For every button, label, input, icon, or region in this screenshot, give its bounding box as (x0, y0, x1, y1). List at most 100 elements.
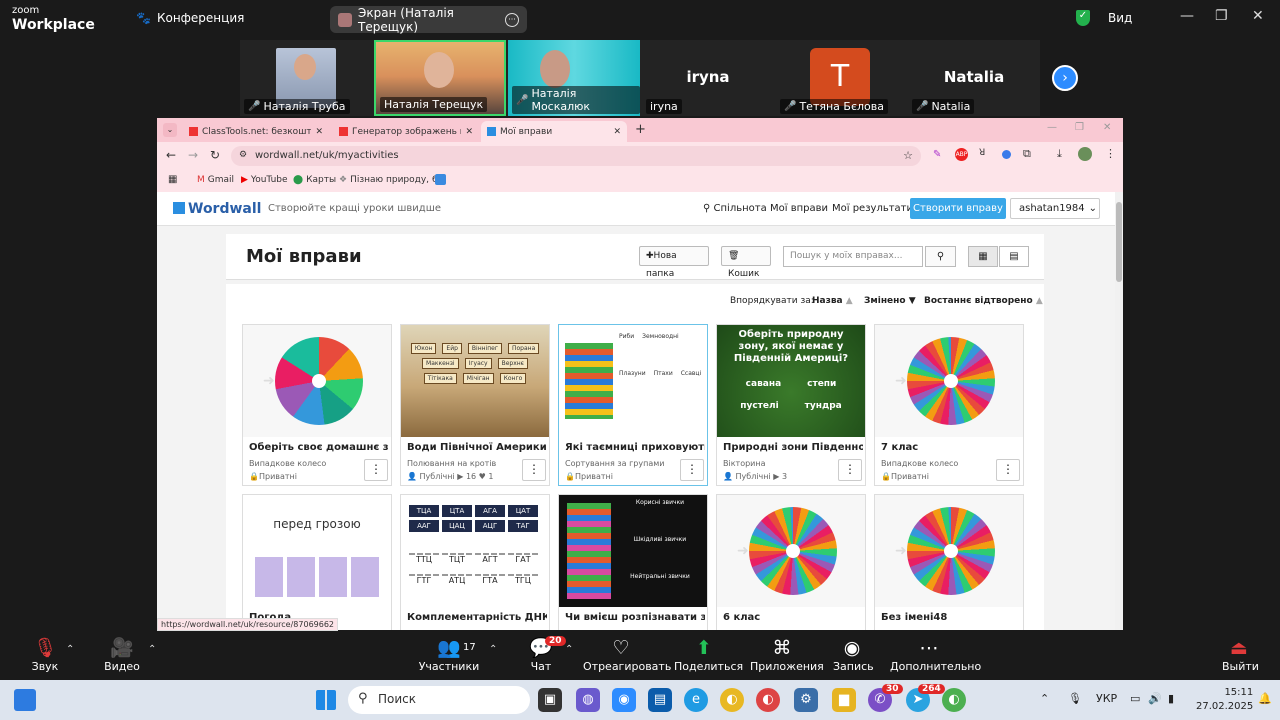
card-menu-button[interactable]: ⋮ (522, 459, 546, 481)
restore-icon[interactable]: ❐ (1215, 8, 1228, 24)
card-title[interactable]: 7 клас (881, 442, 1021, 453)
tab-search-icon[interactable]: ⌄ (163, 123, 177, 137)
url-input[interactable]: ⚙ wordwall.net/uk/myactivities ☆ (231, 146, 921, 166)
participant-tile-active[interactable]: Наталія Терещук (374, 40, 506, 116)
teams-icon[interactable]: ◍ (576, 688, 600, 712)
create-activity-button[interactable]: Створити вправу (910, 198, 1006, 219)
nav-my-activities[interactable]: Мої вправи (770, 203, 828, 214)
activity-card[interactable]: Юкон Ейр Вінніпег Порана Маккензі Ігуасу… (400, 324, 550, 486)
activity-card[interactable]: Риби Земноводні Плазуни Птахи Ссавці Які… (558, 324, 708, 486)
new-tab-icon[interactable]: + (635, 122, 646, 137)
sort-opened[interactable]: Востаннє відтворено ▲ (924, 296, 1043, 306)
user-menu[interactable]: ashatan1984 ⌄ (1010, 198, 1100, 219)
audio-button[interactable]: 🎙 Звук (30, 636, 60, 673)
share-button[interactable]: ⬆ Поделиться (674, 636, 743, 673)
site-info-icon[interactable]: ⚙ (239, 150, 247, 160)
participant-tile[interactable]: T 🎤 Тетяна Бєлова (776, 40, 908, 116)
more-options-icon[interactable]: ··· (505, 12, 519, 27)
react-button[interactable]: ♡ Отреагировать (583, 636, 671, 673)
new-folder-button[interactable]: ✚Нова папка (639, 246, 709, 279)
bookmark-gmail[interactable]: M Gmail (197, 175, 234, 185)
tab-classtools[interactable]: ClassTools.net: безкоштовні ін ✕ (183, 121, 329, 142)
leave-button[interactable]: ⏏ Выйти (1222, 636, 1259, 673)
window-close-icon[interactable]: ✕ (1103, 122, 1111, 133)
grid-small-view-button[interactable]: ▤ (999, 246, 1029, 267)
wordwall-logo[interactable]: Wordwall (173, 201, 261, 217)
card-title[interactable]: Природні зони Південної Ам (723, 442, 863, 453)
activity-card[interactable]: ➜ Оберіть своє домашнє завда Випадкове к… (242, 324, 392, 486)
card-title[interactable]: 6 клас (723, 612, 863, 623)
volume-icon[interactable]: 🔊 (1148, 692, 1162, 705)
participant-tile[interactable]: Natalia 🎤 Natalia (908, 40, 1040, 116)
card-menu-button[interactable]: ⋮ (996, 459, 1020, 481)
blue-extension-icon[interactable] (1002, 150, 1011, 159)
activity-search-input[interactable]: Пошук у моїх вправах... (783, 246, 923, 267)
card-menu-button[interactable]: ⋮ (364, 459, 388, 481)
tab-close-icon[interactable]: ✕ (465, 127, 473, 137)
translate-extension-icon[interactable]: ꓤ (979, 148, 985, 158)
minimize-icon[interactable]: — (1180, 8, 1194, 24)
tray-chevron-icon[interactable]: ⌃ (1040, 692, 1049, 705)
search-button[interactable]: ⚲ (925, 246, 956, 267)
video-button[interactable]: 🎥 Видео (104, 636, 140, 673)
edge-icon[interactable]: e (684, 688, 708, 712)
page-scrollbar[interactable] (1115, 192, 1123, 630)
taskbar-clock[interactable]: 15:11 27.02.2025 (1196, 686, 1253, 714)
back-icon[interactable]: ← (166, 148, 176, 162)
card-menu-button[interactable]: ⋮ (838, 459, 862, 481)
reload-icon[interactable]: ↻ (210, 148, 220, 162)
bookmark-icon-only[interactable] (435, 174, 446, 185)
activity-card[interactable]: ➜ 6 клас (716, 494, 866, 630)
card-title[interactable]: Оберіть своє домашнє завда (249, 442, 389, 453)
audio-options-chevron-icon[interactable]: ⌃ (66, 644, 74, 655)
activity-card[interactable]: ➜ 7 клас Випадкове колесо 🔒Приватні ⋮ (874, 324, 1024, 486)
card-title[interactable]: Чи вмієш розпізнавати звич (565, 612, 705, 623)
display-tray-icon[interactable]: ▭ (1130, 692, 1140, 705)
task-view-icon[interactable]: ▣ (538, 688, 562, 712)
notifications-icon[interactable]: 🔔 (1258, 692, 1272, 705)
zoom-app-icon[interactable]: ◉ (612, 688, 636, 712)
pen-extension-icon[interactable]: ✎ (933, 149, 941, 160)
chat-chevron-icon[interactable]: ⌃ (565, 644, 573, 655)
nav-my-results[interactable]: Мої результати (832, 203, 913, 214)
chrome-green-icon[interactable]: ◐ (942, 688, 966, 712)
widgets-icon[interactable] (14, 689, 36, 711)
chrome-profile-icon[interactable]: ◐ (756, 688, 780, 712)
chrome-icon[interactable]: ◐ (720, 688, 744, 712)
video-options-chevron-icon[interactable]: ⌃ (148, 644, 156, 655)
file-explorer-icon[interactable]: ▆ (832, 688, 856, 712)
record-button[interactable]: ◉ Запись (833, 636, 874, 673)
screen-share-pill[interactable]: Экран (Наталія Терещук) ··· (330, 6, 527, 34)
window-restore-icon[interactable]: ❐ (1075, 122, 1084, 133)
forward-icon[interactable]: → (188, 148, 198, 162)
card-title[interactable]: Води Північної Америки (407, 442, 547, 453)
grid-view-button[interactable]: ▦ (968, 246, 998, 267)
activity-card[interactable]: ТЦА ЦТА АГА ЦАТ ААГ ЦАЦ АЦГ ТАГ ТТЦ ТЦТ … (400, 494, 550, 630)
activity-card[interactable]: ➜ Без імені48 (874, 494, 1024, 630)
keyboard-language[interactable]: УКР (1096, 692, 1117, 705)
window-minimize-icon[interactable]: — (1047, 122, 1057, 133)
sort-changed[interactable]: Змінено ▼ (864, 296, 916, 306)
tab-generator[interactable]: Генератор зображень профіл ✕ (333, 121, 479, 142)
store-icon[interactable]: ▤ (648, 688, 672, 712)
bookmark-maps[interactable]: ⬤ Карты (293, 175, 336, 185)
participant-tile[interactable]: 🎤 Наталія Труба (240, 40, 372, 116)
activity-card[interactable]: Оберіть природну зону, якої немає у Півд… (716, 324, 866, 486)
extensions-puzzle-icon[interactable]: ⧉ (1023, 147, 1031, 161)
card-title[interactable]: Які таємниці приховують хре (565, 442, 705, 453)
mic-tray-icon[interactable]: 🎙 (1068, 692, 1082, 705)
bookmark-youtube[interactable]: ▶ YouTube (241, 175, 288, 185)
tab-close-icon[interactable]: ✕ (315, 127, 323, 137)
participants-chevron-icon[interactable]: ⌃ (489, 644, 497, 655)
meeting-menu[interactable]: 🐾 Конференция (136, 11, 244, 25)
settings-app-icon[interactable]: ⚙ (794, 688, 818, 712)
trash-button[interactable]: 🗑Кошик (721, 246, 771, 279)
profile-avatar-icon[interactable] (1078, 147, 1092, 161)
card-menu-button[interactable]: ⋮ (680, 459, 704, 481)
view-button[interactable]: Вид (1108, 11, 1132, 25)
close-icon[interactable]: ✕ (1252, 8, 1264, 24)
participant-tile[interactable]: 🎤 Наталія Москалюк (508, 40, 640, 116)
activity-card[interactable]: Корисні звички Шкідливі звички Нейтральн… (558, 494, 708, 630)
windows-start-icon[interactable] (316, 690, 336, 710)
tab-my-activities[interactable]: Мої вправи ✕ (481, 121, 627, 142)
